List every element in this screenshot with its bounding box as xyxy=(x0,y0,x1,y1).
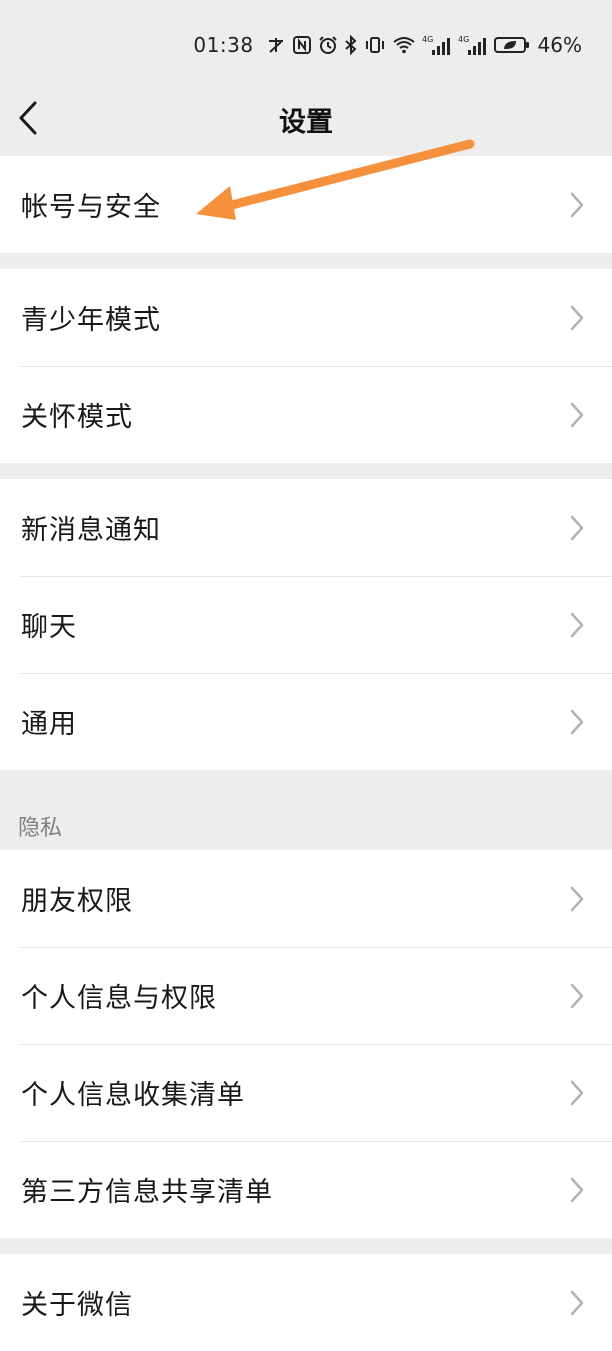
settings-item-chat[interactable]: 聊天 xyxy=(0,576,612,673)
settings-item-personal-info-permissions[interactable]: 个人信息与权限 xyxy=(0,947,612,1044)
chevron-right-icon xyxy=(570,983,584,1008)
chevron-right-icon xyxy=(570,515,584,540)
group-separator xyxy=(0,253,612,269)
payment-icon xyxy=(266,33,286,57)
settings-item-label: 关怀模式 xyxy=(21,402,133,433)
settings-group-general: 新消息通知 聊天 通用 xyxy=(0,479,612,770)
settings-item-personal-info-collection[interactable]: 个人信息收集清单 xyxy=(0,1044,612,1141)
navigation-bar: 设置 xyxy=(0,90,612,156)
settings-item-care-mode[interactable]: 关怀模式 xyxy=(0,366,612,463)
settings-group-modes: 青少年模式 关怀模式 xyxy=(0,269,612,463)
settings-item-label: 关于微信 xyxy=(21,1290,133,1321)
chevron-right-icon xyxy=(570,402,584,427)
settings-item-label: 个人信息与权限 xyxy=(21,983,217,1014)
bluetooth-icon xyxy=(344,33,358,57)
chevron-right-icon xyxy=(570,709,584,734)
settings-item-label: 青少年模式 xyxy=(21,305,161,336)
settings-item-general[interactable]: 通用 xyxy=(0,673,612,770)
chevron-right-icon xyxy=(570,192,584,217)
section-header-privacy: 隐私 xyxy=(0,770,612,850)
settings-group-about: 关于微信 xyxy=(0,1254,612,1351)
nfc-icon xyxy=(292,33,312,57)
settings-item-third-party-sharing[interactable]: 第三方信息共享清单 xyxy=(0,1141,612,1238)
settings-item-friend-permissions[interactable]: 朋友权限 xyxy=(0,850,612,947)
settings-item-label: 第三方信息共享清单 xyxy=(21,1177,273,1208)
group-separator xyxy=(0,1238,612,1254)
status-bar: 01:38 4G 4G 46% xyxy=(0,0,612,90)
settings-item-label: 朋友权限 xyxy=(21,886,133,917)
settings-item-label: 通用 xyxy=(21,709,77,740)
chevron-right-icon xyxy=(570,1290,584,1315)
group-separator xyxy=(0,463,612,479)
status-time: 01:38 xyxy=(193,33,254,57)
settings-group-privacy: 朋友权限 个人信息与权限 个人信息收集清单 第三方信息共享清单 xyxy=(0,850,612,1238)
chevron-right-icon xyxy=(570,1080,584,1105)
svg-text:4G: 4G xyxy=(458,35,469,44)
signal-4g-icon: 4G xyxy=(422,33,452,57)
battery-percentage: 46% xyxy=(537,33,582,57)
chevron-right-icon xyxy=(570,612,584,637)
settings-item-label: 新消息通知 xyxy=(21,515,161,546)
settings-item-label: 聊天 xyxy=(21,612,77,643)
chevron-right-icon xyxy=(570,886,584,911)
settings-item-label: 个人信息收集清单 xyxy=(21,1080,245,1111)
settings-group-account: 帐号与安全 xyxy=(0,156,612,253)
status-icons: 01:38 4G 4G 46% xyxy=(193,33,582,57)
wifi-icon xyxy=(392,33,416,57)
section-header-label: 隐私 xyxy=(18,816,63,841)
settings-item-label: 帐号与安全 xyxy=(21,192,161,223)
settings-item-teen-mode[interactable]: 青少年模式 xyxy=(0,269,612,366)
settings-item-account-security[interactable]: 帐号与安全 xyxy=(0,156,612,253)
alarm-icon xyxy=(318,33,338,57)
page-title: 设置 xyxy=(279,107,333,138)
battery-icon xyxy=(493,33,530,57)
chevron-right-icon xyxy=(570,1177,584,1202)
signal-4g-icon-2: 4G xyxy=(458,33,488,57)
settings-item-notifications[interactable]: 新消息通知 xyxy=(0,479,612,576)
vibrate-icon xyxy=(364,33,386,57)
chevron-right-icon xyxy=(570,305,584,330)
settings-item-about-wechat[interactable]: 关于微信 xyxy=(0,1254,612,1351)
svg-text:4G: 4G xyxy=(422,35,433,44)
